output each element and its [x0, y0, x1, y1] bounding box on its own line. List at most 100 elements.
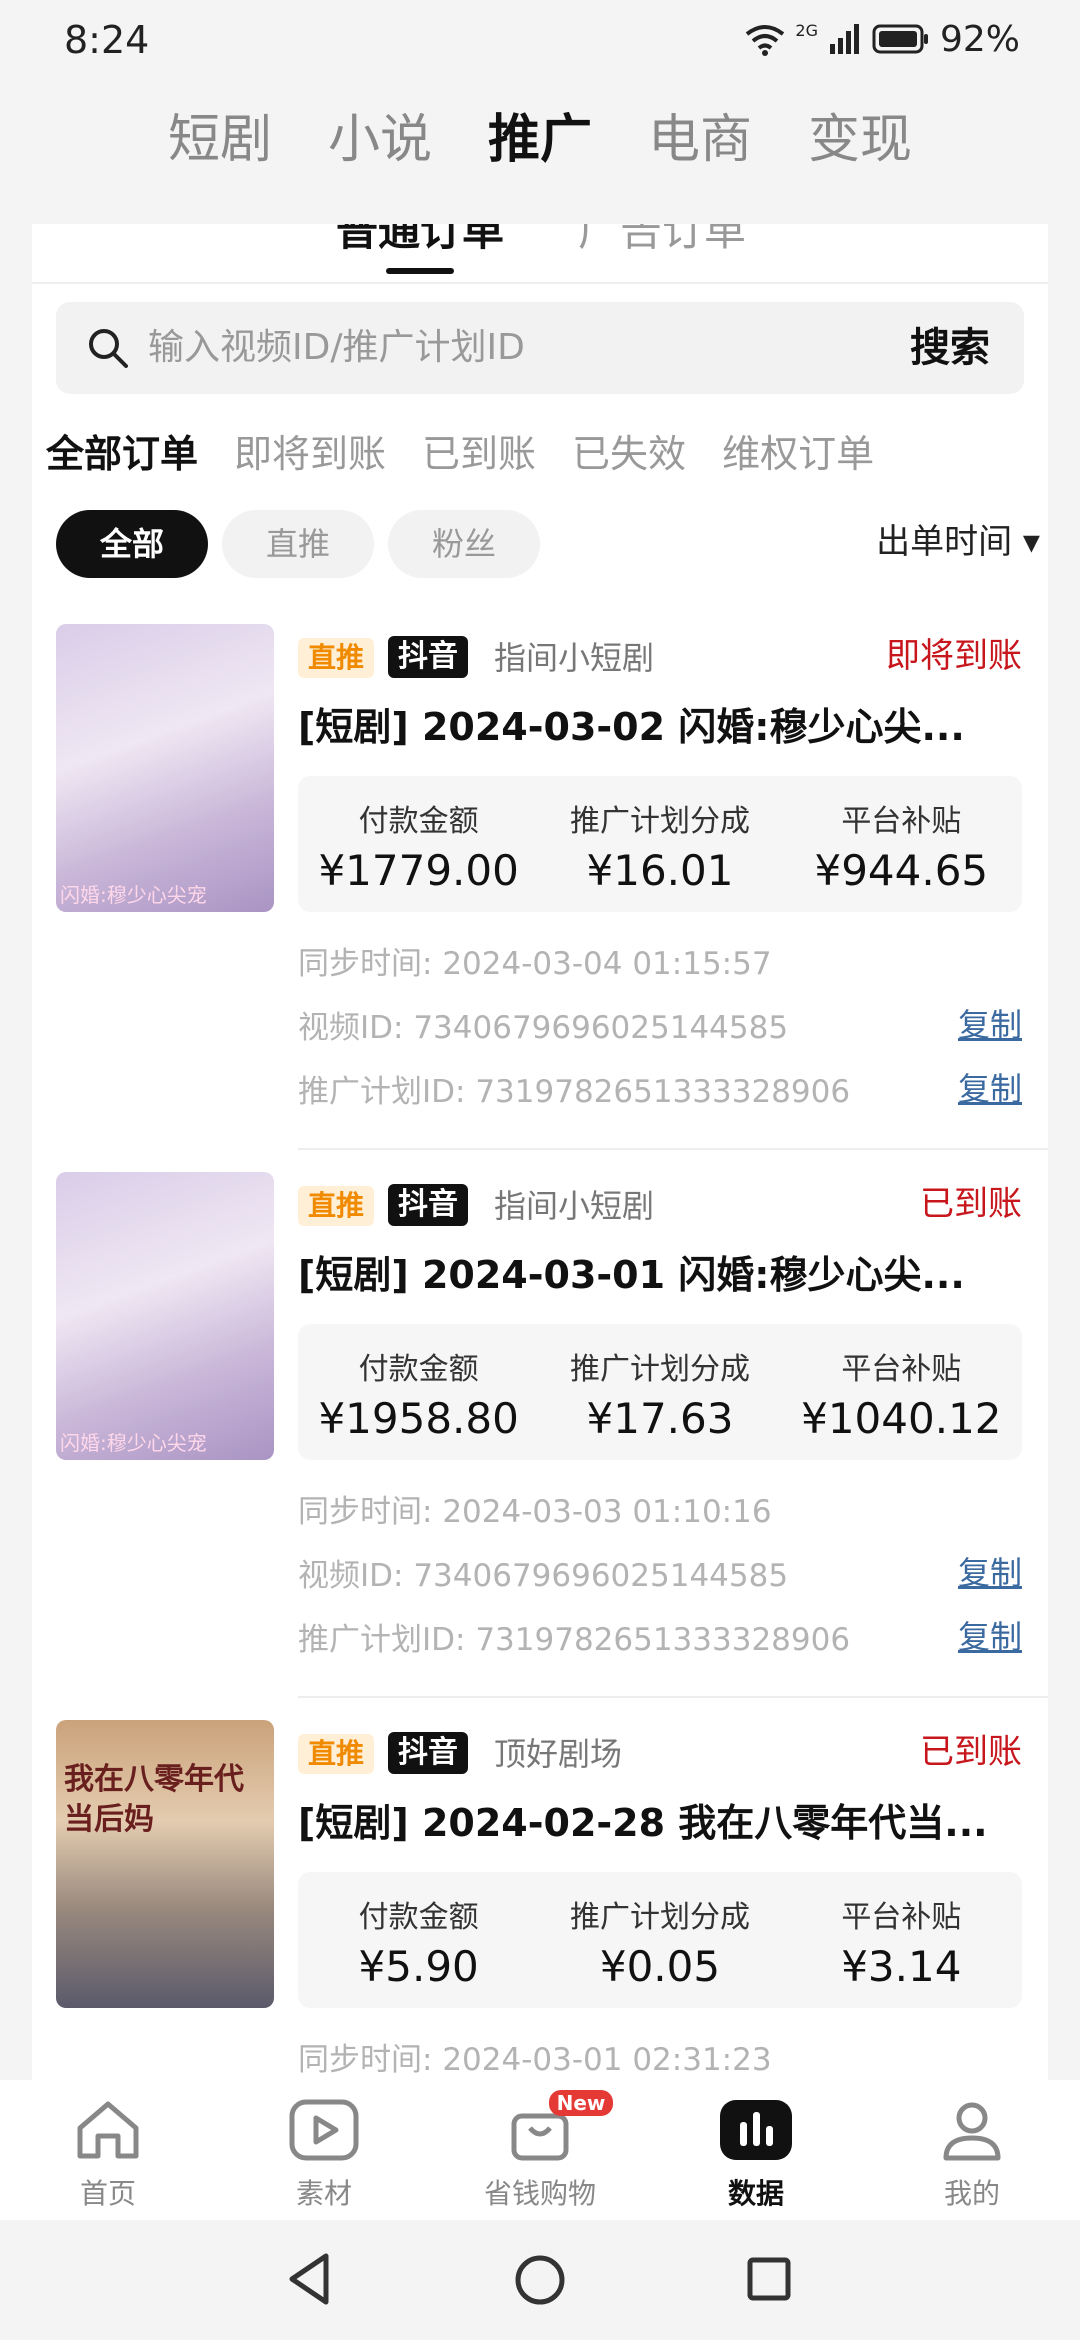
top-tab-bar: 短剧 小说 推广 电商 变现 — [0, 100, 1080, 180]
search-input[interactable]: 输入视频ID/推广计划ID — [148, 302, 525, 394]
drama-thumbnail: 我在八零年代当后妈 — [56, 1720, 274, 2008]
home-icon — [77, 2101, 139, 2159]
status-icons: 2G 92% — [745, 14, 1020, 64]
tab-ecommerce[interactable]: 电商 — [648, 100, 752, 180]
nav-home[interactable]: 首页 — [0, 2080, 216, 2220]
subsidy-label: 平台补贴 — [841, 1900, 962, 1935]
tab-promotion[interactable]: 推广 — [488, 100, 592, 180]
tab-short-drama[interactable]: 短剧 — [168, 100, 272, 180]
drama-thumbnail: 闪婚:穆少心尖宠 — [56, 624, 274, 912]
divider — [298, 1148, 1048, 1150]
subsidy-label: 平台补贴 — [841, 804, 962, 839]
filter-expired[interactable]: 已失效 — [572, 424, 686, 484]
pay-amount: ¥1779.00 — [318, 846, 519, 895]
video-id-label: 视频ID: — [298, 1558, 404, 1594]
filter-dispute[interactable]: 维权订单 — [722, 424, 874, 484]
drama-thumbnail: 闪婚:穆少心尖宠 — [56, 1172, 274, 1460]
filter-all-orders[interactable]: 全部订单 — [46, 424, 198, 484]
copy-video-id-button[interactable]: 复制 — [958, 1548, 1022, 1594]
status-time: 8:24 — [64, 18, 150, 62]
sync-label: 同步时间: — [298, 946, 433, 982]
active-tab-indicator — [386, 268, 454, 274]
nav-data-label: 数据 — [727, 2177, 784, 2210]
filter-pending[interactable]: 即将到账 — [234, 424, 386, 484]
channel-name: 指间小短剧 — [494, 1187, 655, 1225]
nav-profile[interactable]: 我的 — [864, 2080, 1080, 2220]
direct-tag: 直推 — [298, 638, 375, 678]
channel-name: 顶好剧场 — [494, 1735, 623, 1773]
home-circle-icon[interactable] — [514, 2254, 566, 2306]
new-badge: New — [548, 2090, 614, 2116]
pay-amount: ¥5.90 — [358, 1942, 479, 1991]
chip-all[interactable]: 全部 — [56, 510, 208, 578]
plan-id-label: 推广计划ID: — [298, 1622, 466, 1658]
order-type-tabs: 普通订单 广告订单 — [32, 224, 1048, 284]
amounts-box: 付款金额 ¥1779.00 推广计划分成 ¥16.01 平台补贴 ¥944.65 — [298, 776, 1022, 912]
douyin-tag: 抖音 — [388, 1184, 468, 1226]
sync-value: 2024-03-03 01:10:16 — [442, 1494, 772, 1530]
nav-home-label: 首页 — [79, 2177, 136, 2210]
battery-percent: 92% — [939, 18, 1020, 60]
subsidy-amount: ¥3.14 — [841, 1942, 962, 1991]
bottom-nav: 首页 素材 New 省钱购物 数据 我的 — [0, 2080, 1080, 2220]
divider — [298, 1696, 1048, 1698]
pay-amount: ¥1958.80 — [318, 1394, 519, 1443]
order-status: 已到账 — [920, 1732, 1022, 1772]
sync-time: 同步时间: 2024-03-03 01:10:16 — [298, 1486, 772, 1531]
order-card[interactable]: 闪婚:穆少心尖宠 直推 抖音 指间小短剧 已到账 [短剧] 2024-03-01… — [32, 1172, 1048, 1720]
share-amount: ¥16.01 — [586, 846, 734, 895]
system-nav-bar — [0, 2220, 1080, 2340]
tab-ad-orders[interactable]: 广告订单 — [578, 224, 746, 266]
pay-label: 付款金额 — [358, 804, 479, 839]
orders-panel: 普通订单 广告订单 输入视频ID/推广计划ID 搜索 全部订单 即将到账 已到账… — [32, 224, 1048, 2080]
plan-id-value: 7319782651333328906 — [475, 1622, 851, 1658]
tab-novel[interactable]: 小说 — [328, 100, 432, 180]
nav-shopping[interactable]: New 省钱购物 — [432, 2080, 648, 2220]
nav-profile-label: 我的 — [943, 2177, 1000, 2210]
order-card[interactable]: 闪婚:穆少心尖宠 直推 抖音 指间小短剧 即将到账 [短剧] 2024-03-0… — [32, 624, 1048, 1172]
order-title: [短剧] 2024-03-02 闪婚:穆少心尖... — [298, 705, 965, 749]
douyin-tag: 抖音 — [388, 636, 468, 678]
copy-plan-id-button[interactable]: 复制 — [958, 1064, 1022, 1110]
search-button[interactable]: 搜索 — [910, 302, 990, 394]
search-bar[interactable]: 输入视频ID/推广计划ID 搜索 — [56, 302, 1024, 394]
order-card[interactable]: 我在八零年代当后妈 直推 抖音 顶好剧场 已到账 [短剧] 2024-02-28… — [32, 1720, 1048, 2080]
video-id: 视频ID: 7340679696025144585 — [298, 1002, 788, 1047]
pay-label: 付款金额 — [358, 1900, 479, 1935]
thumbnail-caption: 闪婚:穆少心尖宠 — [60, 883, 207, 907]
subsidy-amount: ¥944.65 — [814, 846, 989, 895]
recents-icon[interactable] — [746, 2256, 792, 2302]
share-amount: ¥0.05 — [599, 1942, 721, 1991]
video-id-value: 7340679696025144585 — [413, 1010, 789, 1046]
subsidy-amount: ¥1040.12 — [801, 1394, 1002, 1443]
copy-plan-id-button[interactable]: 复制 — [958, 1612, 1022, 1658]
video-play-icon — [289, 2099, 359, 2161]
copy-video-id-button[interactable]: 复制 — [958, 1000, 1022, 1046]
order-status: 已到账 — [920, 1184, 1022, 1224]
tab-monetize[interactable]: 变现 — [808, 100, 912, 180]
channel-name: 指间小短剧 — [494, 639, 655, 677]
tab-normal-orders[interactable]: 普通订单 — [336, 224, 504, 266]
sync-time: 同步时间: 2024-03-04 01:15:57 — [298, 938, 772, 983]
search-icon — [89, 329, 128, 368]
nav-data[interactable]: 数据 — [648, 2080, 864, 2220]
share-label: 推广计划分成 — [569, 804, 750, 839]
nav-shopping-label: 省钱购物 — [483, 2177, 596, 2210]
share-label: 推广计划分成 — [569, 1900, 750, 1935]
battery-icon — [872, 24, 928, 54]
order-status: 即将到账 — [886, 636, 1022, 676]
back-icon[interactable] — [286, 2252, 332, 2306]
status-bar: 8:24 2G 92% — [0, 0, 1080, 80]
filter-received[interactable]: 已到账 — [422, 424, 536, 484]
sync-label: 同步时间: — [298, 2042, 433, 2078]
video-id-value: 7340679696025144585 — [413, 1558, 789, 1594]
plan-id: 推广计划ID: 7319782651333328906 — [298, 1066, 850, 1111]
nav-materials[interactable]: 素材 — [216, 2080, 432, 2220]
sort-dropdown[interactable]: 出单时间 ▾ — [876, 514, 1040, 570]
bar-chart-icon — [720, 2100, 792, 2160]
direct-tag: 直推 — [298, 1734, 375, 1774]
wifi-icon — [746, 25, 785, 56]
share-label: 推广计划分成 — [569, 1352, 750, 1387]
chip-fans[interactable]: 粉丝 — [388, 510, 540, 578]
chip-direct[interactable]: 直推 — [222, 510, 374, 578]
